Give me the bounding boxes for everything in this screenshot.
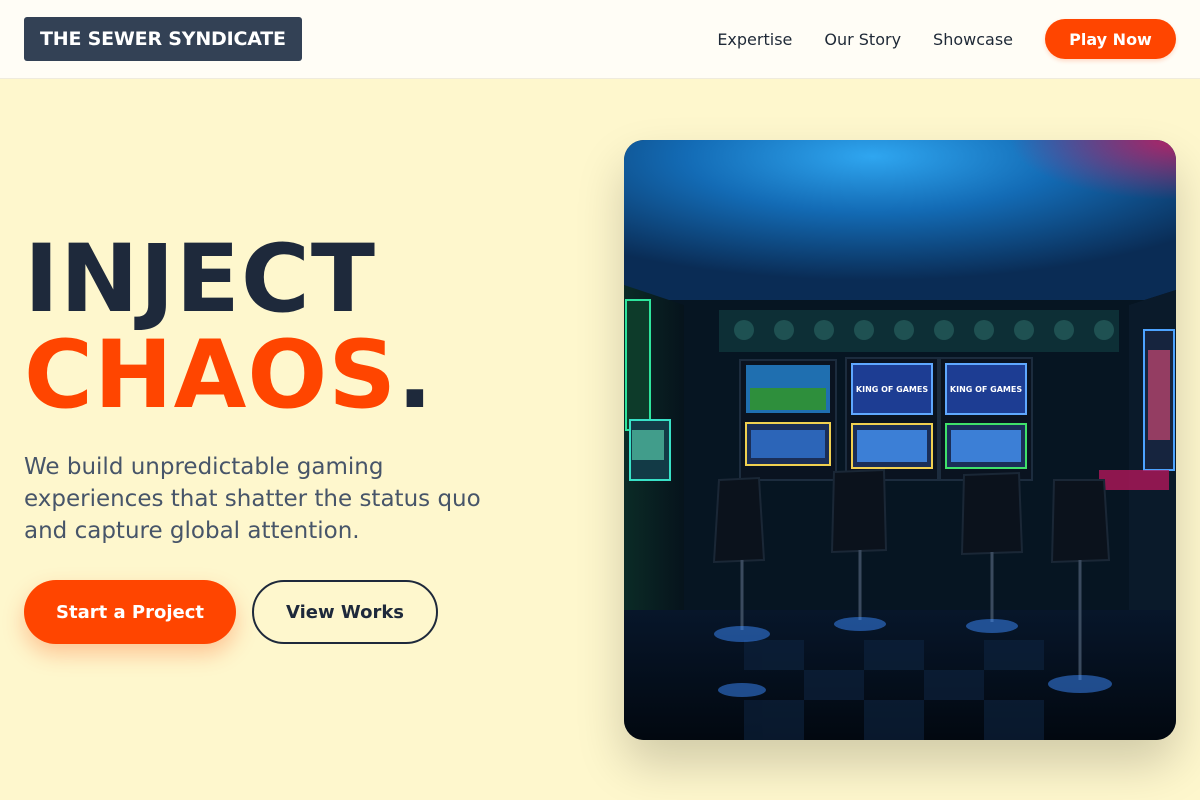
nav-link-expertise[interactable]: Expertise (717, 30, 792, 49)
nav-link-showcase[interactable]: Showcase (933, 30, 1013, 49)
nav-link-our-story[interactable]: Our Story (824, 30, 901, 49)
headline-line-1: INJECT (24, 225, 376, 334)
screen-text-1: KING OF GAMES (856, 385, 928, 394)
site-logo[interactable]: THE SEWER SYNDICATE (24, 17, 302, 61)
hero-headline: INJECT CHAOS. (24, 232, 434, 424)
view-works-button[interactable]: View Works (252, 580, 438, 644)
headline-word-chaos: CHAOS (24, 321, 398, 430)
arcade-room-image: KING OF GAMES KING OF GAMES (624, 140, 1176, 740)
arcade-room-illustration: KING OF GAMES KING OF GAMES (624, 140, 1176, 740)
hero-subtext: We build unpredictable gaming experience… (24, 454, 481, 544)
main-nav: Expertise Our Story Showcase Play Now (717, 19, 1176, 59)
top-navbar: THE SEWER SYNDICATE Expertise Our Story … (0, 0, 1200, 79)
play-now-button[interactable]: Play Now (1045, 19, 1176, 59)
start-project-button[interactable]: Start a Project (24, 580, 236, 644)
headline-dot: . (397, 321, 434, 430)
screen-text-2: KING OF GAMES (950, 385, 1022, 394)
headline-line-2: CHAOS. (24, 328, 434, 424)
